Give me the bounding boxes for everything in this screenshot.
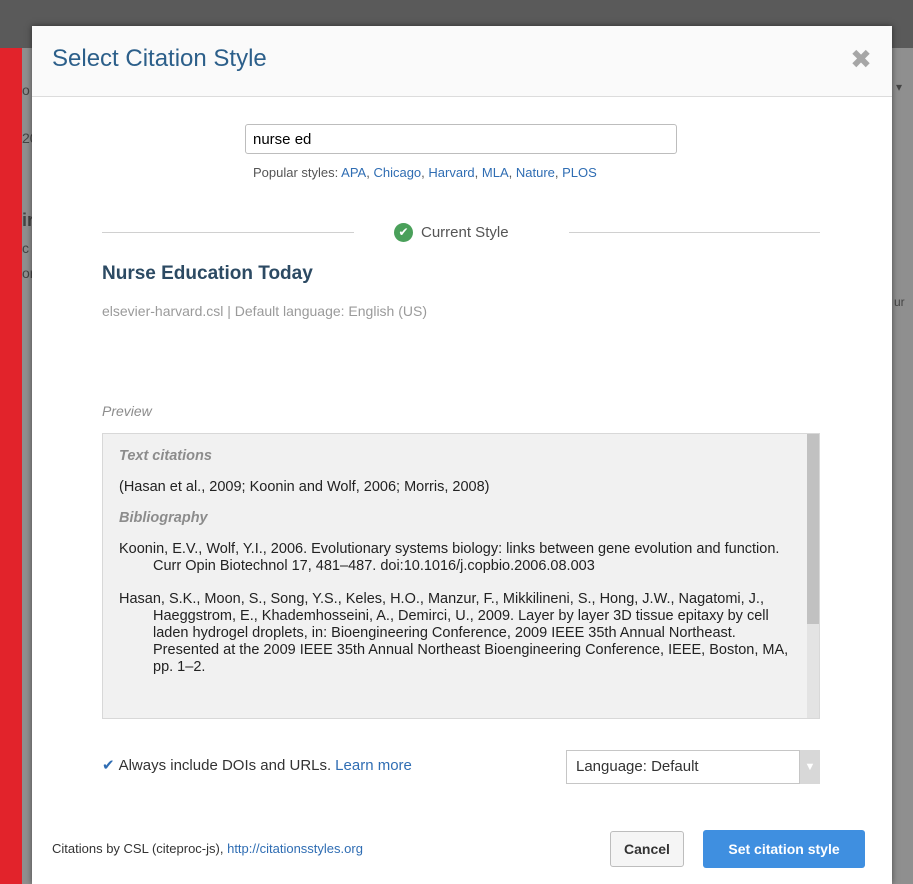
popular-style-nature[interactable]: Nature xyxy=(516,165,555,180)
divider-right xyxy=(569,232,820,233)
current-style-label: Current Style xyxy=(421,224,509,241)
preview-box: Text citations (Hasan et al., 2009; Koon… xyxy=(102,433,820,719)
popular-style-harvard[interactable]: Harvard xyxy=(428,165,474,180)
divider-left xyxy=(102,232,354,233)
popular-styles: Popular styles: APA, Chicago, Harvard, M… xyxy=(253,165,597,180)
close-icon[interactable]: ✖ xyxy=(850,46,872,72)
popular-style-apa[interactable]: APA xyxy=(341,165,366,180)
preview-scrollbar[interactable] xyxy=(807,434,819,718)
popular-styles-label: Popular styles: xyxy=(253,165,339,180)
text-citations-heading: Text citations xyxy=(119,448,212,464)
dialog-title: Select Citation Style xyxy=(52,45,267,72)
citation-style-dialog: Select Citation Style ✖ Popular styles: … xyxy=(32,26,892,884)
cancel-button[interactable]: Cancel xyxy=(610,831,684,867)
background-fragment: ur xyxy=(894,295,905,309)
bibliography-heading: Bibliography xyxy=(119,510,208,526)
popular-style-plos[interactable]: PLOS xyxy=(562,165,597,180)
footer-credit: Citations by CSL (citeproc-js), http://c… xyxy=(52,841,363,856)
set-citation-style-button[interactable]: Set citation style xyxy=(703,830,865,868)
selected-style-name: Nurse Education Today xyxy=(102,263,313,284)
doi-label: Always include DOIs and URLs. xyxy=(118,756,332,774)
background-chevron-icon: ▾ xyxy=(896,80,903,94)
bibliography-entry: Koonin, E.V., Wolf, Y.I., 2006. Evolutio… xyxy=(119,541,780,574)
credit-text: Citations by CSL (citeproc-js), xyxy=(52,841,224,856)
preview-label: Preview xyxy=(102,403,152,419)
background-left-strip xyxy=(0,0,22,884)
chevron-down-icon[interactable]: ▼ xyxy=(800,750,820,784)
doi-checkbox[interactable]: ✔ xyxy=(102,756,115,774)
style-search-input[interactable] xyxy=(245,124,677,154)
background-fragment: o xyxy=(22,82,30,98)
preview-scrollbar-thumb[interactable] xyxy=(807,434,819,624)
background-fragment: c xyxy=(22,240,29,256)
doi-option: ✔ Always include DOIs and URLs. Learn mo… xyxy=(102,756,412,775)
popular-style-mla[interactable]: MLA xyxy=(482,165,509,180)
popular-style-chicago[interactable]: Chicago xyxy=(373,165,421,180)
csl-link[interactable]: http://citationsstyles.org xyxy=(227,841,363,856)
bibliography-entry: Hasan, S.K., Moon, S., Song, Y.S., Keles… xyxy=(119,591,789,675)
learn-more-link[interactable]: Learn more xyxy=(335,757,412,774)
dialog-header: Select Citation Style ✖ xyxy=(32,26,892,97)
current-style-indicator: ✔ Current Style xyxy=(394,223,509,242)
language-select[interactable]: Language: Default xyxy=(566,750,800,784)
text-citation: (Hasan et al., 2009; Koonin and Wolf, 20… xyxy=(119,479,490,495)
selected-style-meta: elsevier-harvard.csl | Default language:… xyxy=(102,303,428,319)
check-circle-icon: ✔ xyxy=(394,223,413,242)
